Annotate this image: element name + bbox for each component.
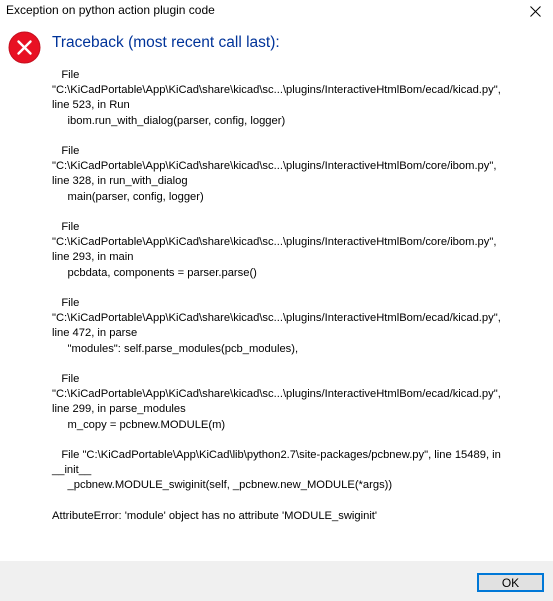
- traceback-line: line 293, in main: [52, 251, 134, 264]
- error-message-text: AttributeError: 'module' object has no a…: [52, 509, 378, 522]
- traceback-body: File "C:\KiCadPortable\App\KiCad\share\k…: [52, 68, 548, 539]
- traceback-line: ibom.run_with_dialog(parser, config, log…: [52, 114, 286, 127]
- traceback-line: File: [52, 297, 80, 309]
- ok-button[interactable]: OK: [477, 573, 544, 592]
- traceback-heading: Traceback (most recent call last):: [52, 34, 280, 51]
- button-bar: OK: [0, 561, 553, 601]
- traceback-frame: File "C:\KiCadPortable\App\KiCad\share\k…: [52, 220, 548, 281]
- error-dialog-window: Exception on python action plugin code T…: [0, 0, 553, 601]
- traceback-line: "C:\KiCadPortable\App\KiCad\share\kicad\…: [52, 388, 501, 401]
- window-title: Exception on python action plugin code: [6, 3, 215, 17]
- traceback-line: File: [52, 145, 80, 157]
- traceback-frame: File "C:\KiCadPortable\App\KiCad\share\k…: [52, 144, 548, 205]
- traceback-line: m_copy = pcbnew.MODULE(m): [52, 418, 226, 431]
- traceback-frame: File "C:\KiCadPortable\App\KiCad\lib\pyt…: [52, 448, 548, 494]
- traceback-line: File "C:\KiCadPortable\App\KiCad\lib\pyt…: [52, 449, 501, 461]
- traceback-line: line 299, in parse_modules: [52, 403, 186, 416]
- traceback-frame: File "C:\KiCadPortable\App\KiCad\share\k…: [52, 68, 548, 129]
- traceback-line: line 523, in Run: [52, 99, 130, 112]
- traceback-line: File: [52, 373, 80, 385]
- traceback-line: line 472, in parse: [52, 327, 138, 340]
- traceback-line: _pcbnew.MODULE_swiginit(self, _pcbnew.ne…: [52, 479, 393, 492]
- traceback-line: "C:\KiCadPortable\App\KiCad\share\kicad\…: [52, 160, 497, 173]
- traceback-line: "modules": self.parse_modules(pcb_module…: [52, 342, 299, 355]
- traceback-line: "C:\KiCadPortable\App\KiCad\share\kicad\…: [52, 236, 497, 249]
- close-button[interactable]: [517, 0, 553, 22]
- traceback-line: File: [52, 69, 80, 81]
- traceback-frame: File "C:\KiCadPortable\App\KiCad\share\k…: [52, 372, 548, 433]
- traceback-line: main(parser, config, logger): [52, 190, 204, 203]
- error-circle-x-icon: [8, 31, 41, 64]
- traceback-line: line 328, in run_with_dialog: [52, 175, 188, 188]
- error-message: AttributeError: 'module' object has no a…: [52, 509, 548, 524]
- traceback-frame: File "C:\KiCadPortable\App\KiCad\share\k…: [52, 296, 548, 357]
- title-bar: Exception on python action plugin code: [0, 0, 553, 22]
- traceback-line: pcbdata, components = parser.parse(): [52, 266, 257, 279]
- close-icon: [529, 5, 541, 17]
- traceback-line: File: [52, 221, 80, 233]
- traceback-line: "C:\KiCadPortable\App\KiCad\share\kicad\…: [52, 312, 501, 325]
- traceback-line: "C:\KiCadPortable\App\KiCad\share\kicad\…: [52, 84, 501, 97]
- traceback-line: __init__: [52, 464, 92, 477]
